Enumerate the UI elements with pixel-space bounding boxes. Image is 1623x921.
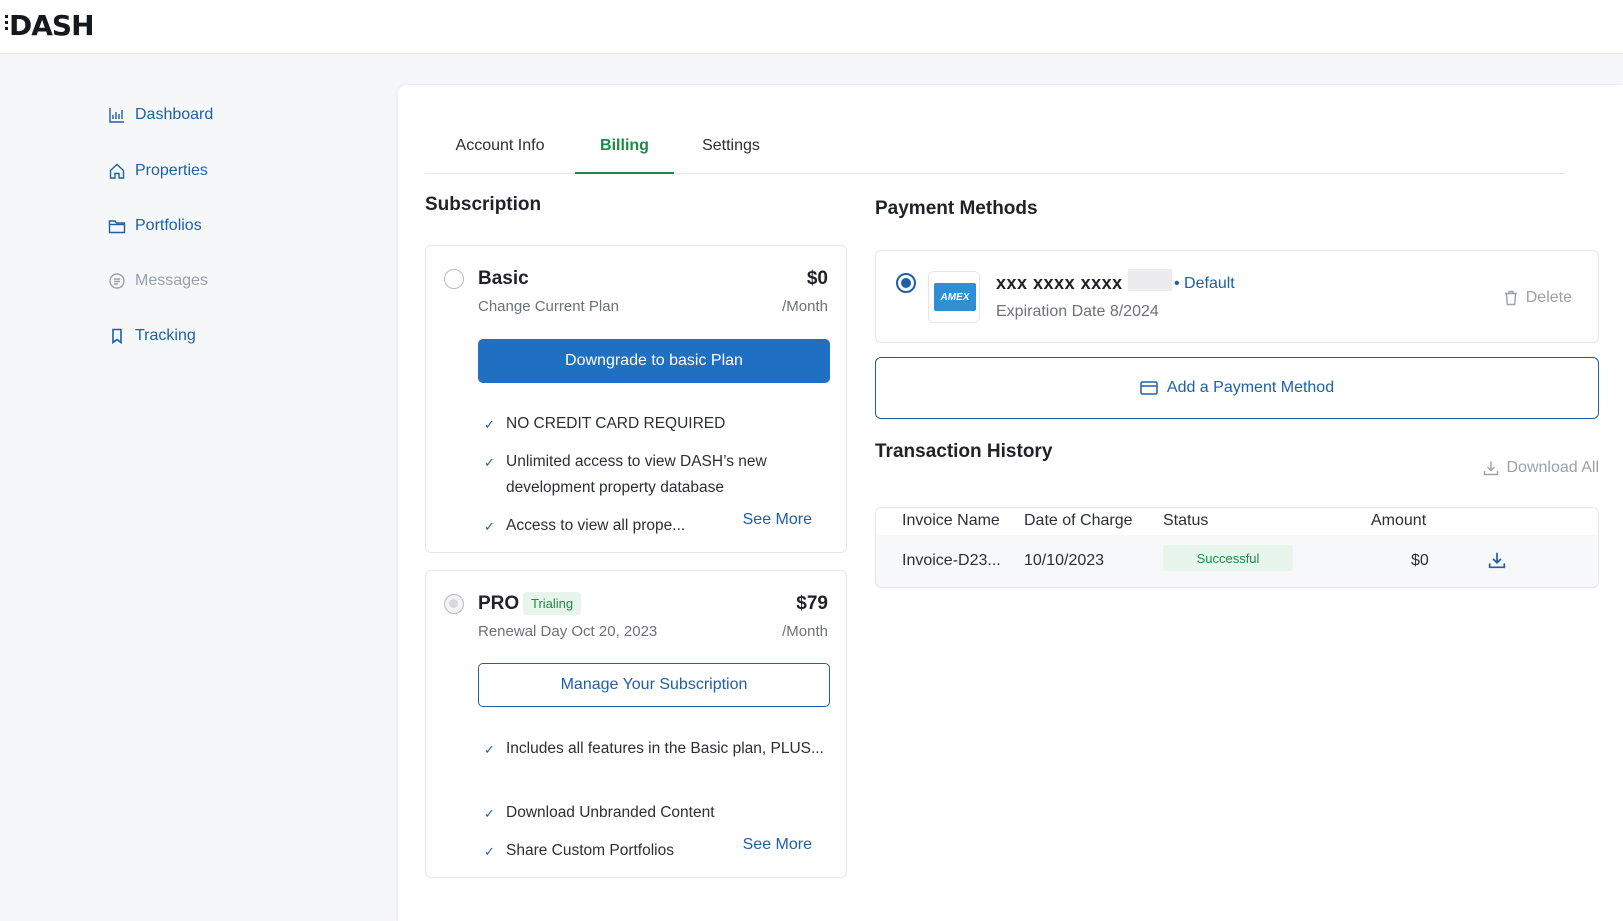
feature-item: ✓ Share Custom Portfolios — [484, 838, 714, 864]
folder-icon — [108, 220, 126, 234]
card-number: xxx xxxx xxxx — [996, 273, 1123, 293]
feature-item: ✓ Unlimited access to view DASH’s new de… — [484, 449, 824, 501]
feature-text: Access to view all prope... — [506, 517, 686, 534]
sidebar: Dashboard Properties Portfolios Messages… — [0, 54, 398, 921]
default-label: • Default — [1174, 275, 1235, 292]
sidebar-item-label: Tracking — [135, 327, 196, 344]
download-all-label: Download All — [1506, 459, 1600, 476]
column-header: Status — [1163, 512, 1209, 529]
sidebar-item-messages[interactable]: Messages — [108, 272, 208, 290]
download-icon[interactable] — [1488, 551, 1506, 569]
plan-name: PRO — [478, 593, 520, 614]
sidebar-item-label: Portfolios — [135, 217, 202, 234]
feature-item: ✓ Access to view all prope... — [484, 513, 714, 539]
payment-methods-heading: Payment Methods — [875, 198, 1038, 219]
see-more-link[interactable]: See More — [743, 836, 812, 854]
feature-text: NO CREDIT CARD REQUIRED — [506, 415, 726, 432]
tab-bar: Account Info Billing Settings — [425, 125, 1565, 174]
feature-text: Unlimited access to view DASH’s new deve… — [506, 453, 767, 496]
plan-price: $79 — [796, 593, 828, 614]
plan-price: $0 — [806, 268, 828, 289]
subscription-heading: Subscription — [425, 194, 542, 215]
feature-text: Download Unbranded Content — [506, 804, 715, 821]
payment-method-radio[interactable] — [896, 273, 916, 293]
card-logo: AMEX — [928, 271, 980, 323]
transaction-history-heading: Transaction History — [875, 441, 1053, 462]
add-payment-method-button[interactable]: Add a Payment Method — [875, 357, 1599, 419]
expiration-date: Expiration Date 8/2024 — [996, 303, 1159, 320]
pro-plan-card: PRO Trialing $79 Renewal Day Oct 20, 202… — [425, 570, 847, 878]
pro-plan-radio[interactable] — [444, 594, 464, 614]
sidebar-item-label: Properties — [135, 162, 208, 179]
feature-text: Share Custom Portfolios — [506, 842, 674, 859]
manage-subscription-button[interactable]: Manage Your Subscription — [478, 663, 830, 707]
check-icon: ✓ — [484, 519, 495, 534]
plan-period: /Month — [782, 298, 828, 315]
feature-item: ✓ Includes all features in the Basic pla… — [484, 736, 824, 762]
dash-logo[interactable]: DASH — [5, 9, 95, 43]
sidebar-item-portfolios[interactable]: Portfolios — [108, 217, 202, 235]
column-header: Invoice Name — [902, 512, 1000, 529]
delete-label: Delete — [1525, 289, 1572, 306]
logo-dots-icon — [5, 15, 11, 35]
trash-icon — [1504, 290, 1517, 306]
see-more-link[interactable]: See More — [743, 511, 812, 529]
change-plan-text: Change Current Plan — [478, 298, 619, 315]
sidebar-item-label: Messages — [135, 272, 208, 289]
payment-method-card: AMEX xxx xxxx xxxx • Default Expiration … — [875, 250, 1599, 343]
downgrade-button[interactable]: Downgrade to basic Plan — [478, 339, 830, 383]
amex-icon: AMEX — [934, 283, 976, 311]
check-icon: ✓ — [484, 455, 495, 470]
column-header: Date of Charge — [1024, 512, 1133, 529]
check-icon: ✓ — [484, 417, 495, 432]
tab-billing[interactable]: Billing — [575, 125, 674, 174]
basic-plan-card: Basic $0 Change Current Plan /Month Down… — [425, 245, 847, 553]
home-icon — [109, 163, 125, 179]
table-row: Invoice-D23... 10/10/2023 Successful $0 — [876, 535, 1598, 587]
charge-date: 10/10/2023 — [1024, 552, 1105, 569]
feature-item: ✓ Download Unbranded Content — [484, 800, 824, 826]
tab-account-info[interactable]: Account Info — [425, 125, 575, 174]
billing-panel: Account Info Billing Settings Subscripti… — [398, 85, 1623, 921]
chart-icon — [109, 108, 124, 123]
status-badge: Successful — [1163, 545, 1293, 571]
sidebar-item-tracking[interactable]: Tracking — [108, 327, 196, 345]
top-bar: DASH — [0, 0, 1623, 54]
credit-card-icon — [1140, 381, 1158, 395]
bookmark-icon — [112, 328, 122, 345]
sidebar-item-dashboard[interactable]: Dashboard — [108, 106, 213, 124]
delete-button[interactable]: Delete — [1504, 289, 1572, 307]
download-icon — [1483, 461, 1498, 476]
check-icon: ✓ — [484, 742, 495, 757]
feature-text: Includes all features in the Basic plan,… — [506, 740, 824, 757]
column-header: Amount — [1371, 512, 1427, 529]
plan-name: Basic — [478, 268, 529, 289]
amount: $0 — [1411, 552, 1429, 569]
trialing-badge: Trialing — [523, 592, 582, 615]
feature-item: ✓ NO CREDIT CARD REQUIRED — [484, 411, 824, 437]
tab-settings[interactable]: Settings — [674, 125, 788, 174]
message-icon — [109, 273, 125, 289]
basic-plan-radio[interactable] — [444, 269, 464, 289]
plan-period: /Month — [782, 623, 828, 640]
check-icon: ✓ — [484, 806, 495, 821]
download-all-button[interactable]: Download All — [1483, 459, 1600, 477]
check-icon: ✓ — [484, 844, 495, 859]
renewal-date: Renewal Day Oct 20, 2023 — [478, 623, 658, 640]
logo-text: DASH — [9, 9, 95, 42]
invoice-name[interactable]: Invoice-D23... — [902, 552, 1001, 570]
sidebar-item-properties[interactable]: Properties — [108, 162, 208, 180]
card-number-mask — [1128, 269, 1172, 291]
transaction-table: Invoice Name Date of Charge Status Amoun… — [875, 507, 1599, 588]
table-header: Invoice Name Date of Charge Status Amoun… — [876, 508, 1598, 535]
sidebar-item-label: Dashboard — [135, 106, 214, 123]
add-payment-label: Add a Payment Method — [1166, 379, 1335, 396]
